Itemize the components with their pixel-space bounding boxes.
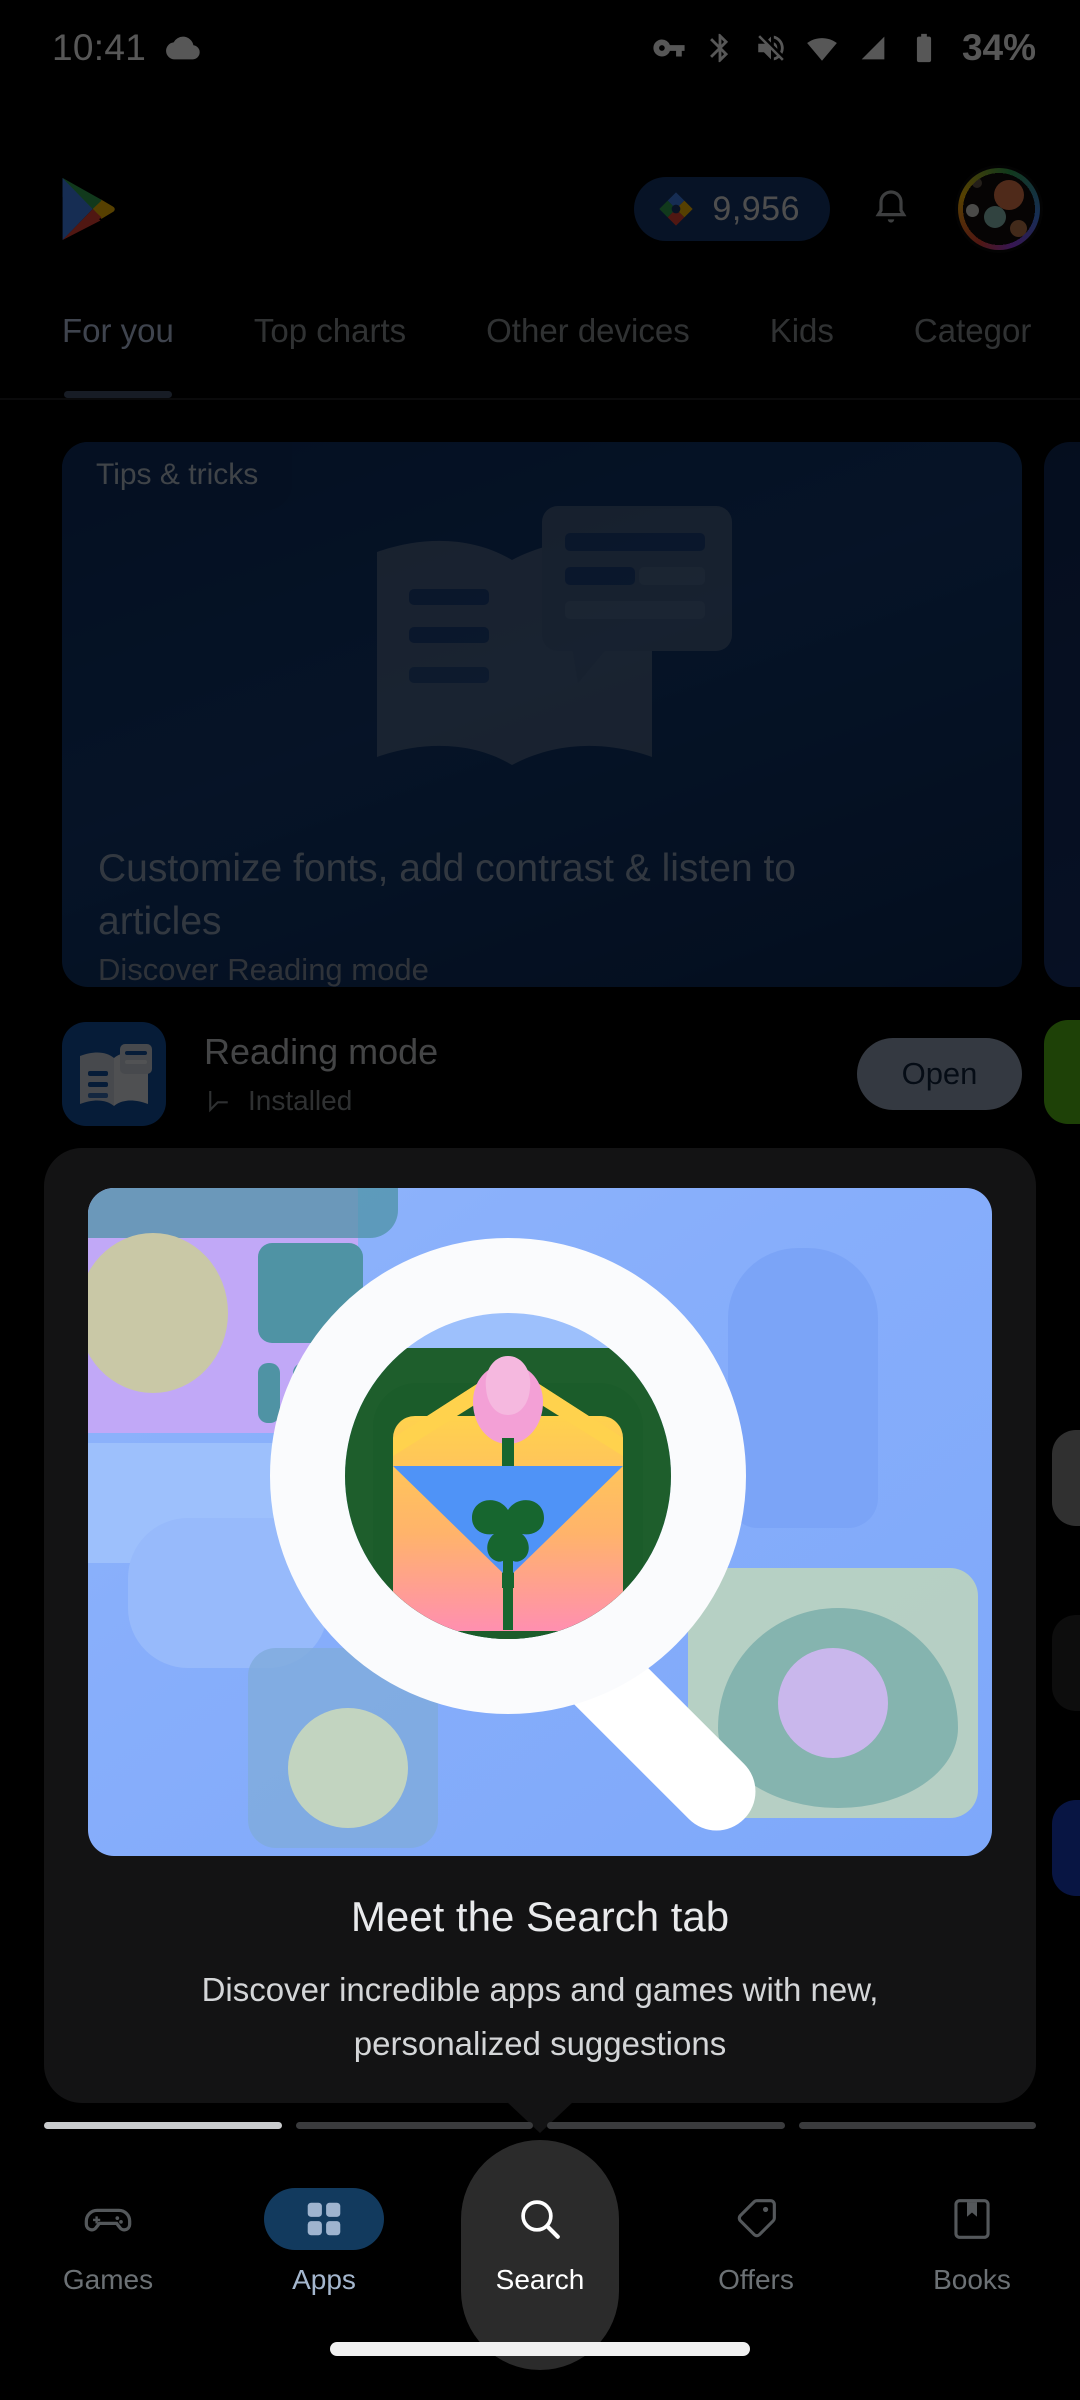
cloud-icon: [166, 36, 200, 60]
avatar-google-ring: [958, 168, 1040, 250]
nav-icon-wrap: [912, 2188, 1032, 2250]
tab-kids[interactable]: Kids: [770, 302, 834, 360]
nav-label-apps: Apps: [292, 2264, 356, 2295]
apps-grid-icon: [307, 2202, 341, 2236]
progress-step-4[interactable]: [798, 2122, 1036, 2129]
tooltip-progress-indicator[interactable]: [44, 2122, 1036, 2129]
nav-item-search[interactable]: Search: [440, 2140, 640, 2370]
vpn-key-icon: [653, 39, 685, 57]
open-button[interactable]: Open: [857, 1038, 1022, 1110]
promo-card[interactable]: Tips & tricks Customize fonts, add contr…: [62, 442, 1022, 987]
app-row-text: Reading mode Installed: [204, 1031, 857, 1117]
app-status: Installed: [204, 1085, 857, 1117]
play-points-diamond-icon: [659, 192, 694, 226]
progress-step-2[interactable]: [295, 2122, 533, 2129]
promo-title: Customize fonts, add contrast & listen t…: [98, 847, 797, 943]
background-app-icon-3[interactable]: [1052, 1800, 1080, 1896]
gamepad-icon: [84, 2208, 132, 2232]
nav-item-books[interactable]: Books: [872, 2188, 1072, 2296]
nav-label-games: Games: [62, 2264, 154, 2295]
status-bar: 10:41 34%: [0, 0, 1080, 96]
nav-item-apps[interactable]: Apps: [224, 2188, 424, 2296]
open-book-with-article-card-icon: [377, 506, 732, 765]
status-bar-clock: 10:41: [52, 27, 147, 68]
tab-label: Categor: [913, 312, 1032, 349]
tab-label: Top charts: [253, 312, 407, 349]
next-app-icon-peek[interactable]: [1044, 1020, 1080, 1124]
status-bar-left: 10:41: [52, 27, 200, 69]
nav-icon-wrap: [480, 2188, 600, 2250]
google-play-logo: [62, 178, 115, 240]
status-bar-right: 34%: [652, 27, 1036, 69]
play-points-value: 9,956: [712, 189, 800, 228]
search-spotlight-highlight: [461, 2140, 619, 2370]
nav-item-games[interactable]: Games: [8, 2188, 208, 2296]
nav-icon-wrap: [696, 2188, 816, 2250]
app-status-label: Installed: [248, 1085, 353, 1116]
account-avatar[interactable]: [958, 168, 1040, 250]
bell-icon: [875, 190, 907, 223]
play-points-button[interactable]: 9,956: [634, 177, 830, 241]
notifications-button[interactable]: [856, 174, 926, 244]
tooltip-title: Meet the Search tab: [350, 1893, 730, 1940]
book-bookmark-icon: [954, 2199, 990, 2239]
tab-label: Other devices: [486, 312, 690, 349]
battery-percentage: 34%: [961, 27, 1036, 68]
bottom-navigation-bar[interactable]: Games Apps Search Offers Books: [0, 2140, 1080, 2370]
promo-subtitle: Discover Reading mode: [98, 952, 429, 987]
background-app-icon-2[interactable]: [1052, 1615, 1080, 1711]
battery-icon: [916, 33, 932, 63]
tab-active-indicator: [63, 391, 172, 398]
home-gesture-bar[interactable]: [330, 2342, 750, 2356]
installed-check-icon: [209, 1091, 228, 1113]
cell-signal-icon: [861, 36, 885, 60]
search-magnifier-illustration: [88, 1188, 992, 1856]
nav-item-offers[interactable]: Offers: [656, 2188, 856, 2296]
tips-and-tricks-badge: Tips & tricks: [62, 442, 293, 510]
nav-label-books: Books: [933, 2264, 1011, 2295]
tab-other-devices[interactable]: Other devices: [486, 302, 690, 360]
progress-step-1[interactable]: [44, 2122, 282, 2129]
nav-active-pill: [264, 2188, 384, 2250]
promo-card-next-peek[interactable]: [1044, 442, 1080, 987]
wifi-icon: [807, 38, 837, 61]
nav-label-search: Search: [495, 2264, 585, 2295]
reading-mode-app-icon[interactable]: [62, 1022, 166, 1126]
search-icon: [521, 2200, 560, 2239]
play-store-header: 9,956: [0, 150, 1080, 268]
progress-step-3[interactable]: [547, 2122, 785, 2129]
bluetooth-icon: [710, 33, 729, 63]
tab-label: Kids: [769, 312, 834, 349]
tooltip-body: Discover incredible apps and games with …: [201, 1971, 879, 2062]
app-name: Reading mode: [204, 1031, 439, 1072]
tab-categories[interactable]: Categor: [914, 302, 1031, 360]
nav-icon-wrap: [48, 2188, 168, 2250]
tag-icon: [737, 2199, 776, 2238]
background-app-icon-1[interactable]: [1052, 1430, 1080, 1526]
magnifier-with-envelope-icon: [270, 1238, 756, 1831]
tab-top-charts[interactable]: Top charts: [254, 302, 406, 360]
onboarding-tooltip-card: Meet the Search tab Discover incredible …: [44, 1148, 1036, 2133]
volume-off-icon: [758, 35, 784, 61]
category-tab-bar[interactable]: For you Top charts Other devices Kids Ca…: [0, 290, 1080, 400]
nav-label-offers: Offers: [718, 2264, 794, 2295]
tab-for-you[interactable]: For you: [62, 302, 174, 398]
app-row[interactable]: Reading mode Installed Open: [62, 1018, 1022, 1130]
tab-label: For you: [62, 312, 174, 349]
